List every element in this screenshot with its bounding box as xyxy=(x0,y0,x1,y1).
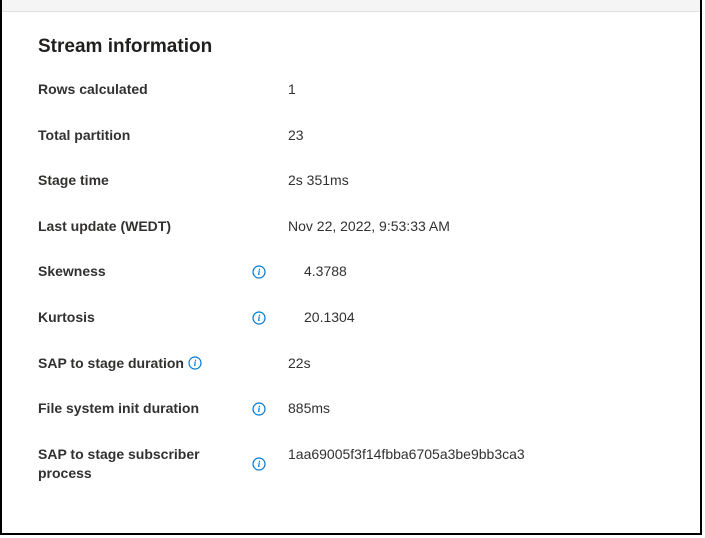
row-rows-calculated: Rows calculated 1 xyxy=(38,80,664,100)
value-stage-time: 2s 351ms xyxy=(288,171,349,191)
svg-text:i: i xyxy=(258,459,261,469)
info-icon[interactable]: i xyxy=(188,356,202,370)
value-rows-calculated: 1 xyxy=(288,80,296,100)
label-fs-init-duration: File system init duration i xyxy=(38,399,288,419)
label-stage-time: Stage time xyxy=(38,171,288,191)
row-stage-time: Stage time 2s 351ms xyxy=(38,171,664,191)
row-skewness: Skewness i 4.3788 xyxy=(38,262,664,282)
row-sap-to-stage-duration: SAP to stage duration i 22s xyxy=(38,354,664,374)
value-sap-subscriber: 1aa69005f3f14fbba6705a3be9bb3ca3 xyxy=(288,445,525,465)
svg-text:i: i xyxy=(258,313,261,323)
value-skewness: 4.3788 xyxy=(288,262,347,282)
value-total-partition: 23 xyxy=(288,126,304,146)
row-kurtosis: Kurtosis i 20.1304 xyxy=(38,308,664,328)
row-sap-subscriber: SAP to stage subscriber process i 1aa690… xyxy=(38,445,664,484)
svg-text:i: i xyxy=(194,358,197,368)
info-icon[interactable]: i xyxy=(252,265,266,279)
value-fs-init-duration: 885ms xyxy=(288,399,330,419)
section-title: Stream information xyxy=(38,36,664,58)
label-total-partition: Total partition xyxy=(38,126,288,146)
panel-top-bar xyxy=(2,0,700,12)
label-last-update: Last update (WEDT) xyxy=(38,217,288,237)
row-total-partition: Total partition 23 xyxy=(38,126,664,146)
label-sap-to-stage-duration: SAP to stage duration i xyxy=(38,354,288,374)
row-fs-init-duration: File system init duration i 885ms xyxy=(38,399,664,419)
info-icon[interactable]: i xyxy=(252,402,266,416)
row-last-update: Last update (WEDT) Nov 22, 2022, 9:53:33… xyxy=(38,217,664,237)
label-kurtosis: Kurtosis i xyxy=(38,308,288,328)
value-sap-to-stage-duration: 22s xyxy=(288,354,311,374)
panel-content: Stream information Rows calculated 1 Tot… xyxy=(2,12,700,494)
value-kurtosis: 20.1304 xyxy=(288,308,355,328)
label-rows-calculated: Rows calculated xyxy=(38,80,288,100)
label-skewness: Skewness i xyxy=(38,262,288,282)
svg-text:i: i xyxy=(258,267,261,277)
svg-text:i: i xyxy=(258,404,261,414)
info-icon[interactable]: i xyxy=(252,457,266,471)
info-icon[interactable]: i xyxy=(252,311,266,325)
label-sap-subscriber: SAP to stage subscriber process i xyxy=(38,445,288,484)
value-last-update: Nov 22, 2022, 9:53:33 AM xyxy=(288,217,450,237)
stream-info-panel: Stream information Rows calculated 1 Tot… xyxy=(0,0,702,535)
